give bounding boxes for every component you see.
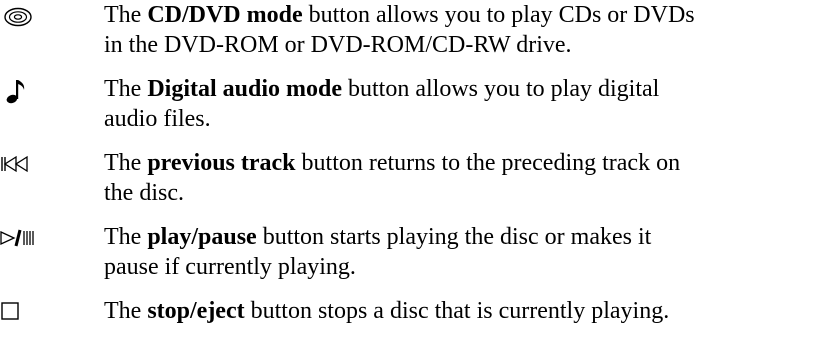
text-prefix: The (104, 150, 148, 176)
entry-line-1: The play/pause button starts playing the… (104, 222, 818, 252)
entry-line-1: The Digital audio mode button allows you… (104, 74, 818, 104)
text-suffix: button allows you to play digital (342, 76, 660, 102)
text-suffix: button returns to the preceding track on (295, 150, 681, 176)
previous-track-icon (0, 148, 40, 180)
text-suffix: button stops a disc that is currently pl… (244, 298, 670, 324)
cd-dvd-disc-icon (0, 0, 40, 32)
button-name: Digital audio mode (147, 76, 342, 102)
entry-line-2: in the DVD-ROM or DVD-ROM/CD-RW drive. (104, 32, 572, 58)
text-prefix: The (104, 2, 148, 28)
text-suffix: button allows you to play CDs or DVDs (302, 2, 695, 28)
button-description-list: The CD/DVD mode button allows you to pla… (0, 0, 818, 353)
button-name: CD/DVD mode (147, 2, 303, 28)
entry-line-1: The CD/DVD mode button allows you to pla… (104, 0, 818, 30)
button-name: previous track (147, 150, 296, 176)
entry-line-2: audio files. (104, 106, 211, 132)
entry-line-2: the disc. (104, 180, 184, 206)
text-prefix: The (104, 224, 148, 250)
button-name: stop/eject (147, 298, 245, 324)
entry-line-1: The stop/eject button stops a disc that … (104, 296, 818, 326)
button-name: play/pause (147, 224, 257, 250)
text-prefix: The (104, 298, 148, 324)
text-suffix: button starts playing the disc or makes … (256, 224, 652, 250)
entry-text: The play/pause button starts playing the… (104, 222, 818, 282)
entry-text: The stop/eject button stops a disc that … (104, 296, 818, 326)
stop-eject-icon (0, 296, 40, 328)
entry-text: The previous track button returns to the… (104, 148, 818, 208)
entry-text: The Digital audio mode button allows you… (104, 74, 818, 134)
text-prefix: The (104, 76, 148, 102)
entry-text: The CD/DVD mode button allows you to pla… (104, 0, 818, 60)
play-pause-icon (0, 222, 40, 254)
entry-line-2: pause if currently playing. (104, 254, 356, 280)
entry-line-1: The previous track button returns to the… (104, 148, 818, 178)
music-note-icon (0, 74, 40, 106)
